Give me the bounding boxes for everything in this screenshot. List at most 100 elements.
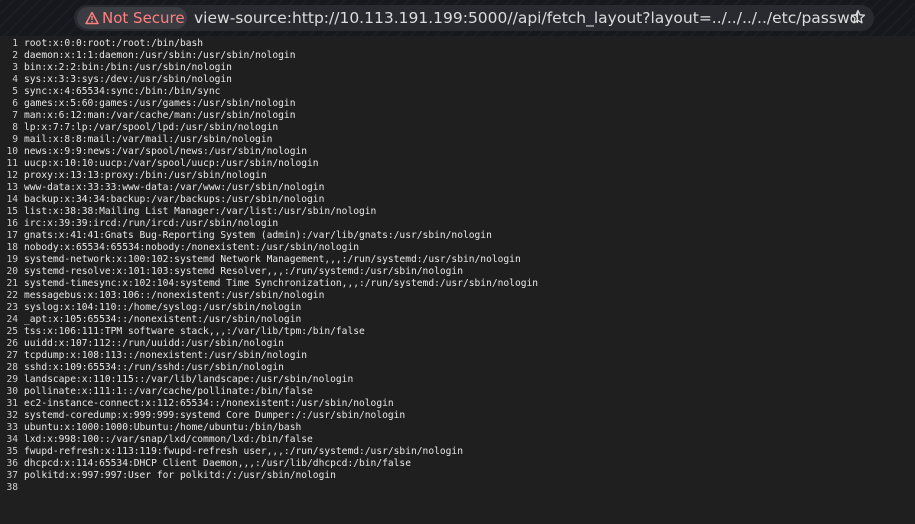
line-content: mail:x:8:8:mail:/var/mail:/usr/sbin/nolo… xyxy=(24,134,273,145)
source-line: 15 list:x:38:38:Mailing List Manager:/var… xyxy=(0,206,915,218)
line-content: dhcpcd:x:114:65534:DHCP Client Daemon,,,… xyxy=(24,458,411,469)
source-line: 19 systemd-network:x:100:102:systemd Netw… xyxy=(0,254,915,266)
browser-toolbar: Not Secure view-source:http://10.113.191… xyxy=(0,0,915,36)
source-line: 36 dhcpcd:x:114:65534:DHCP Client Daemon,… xyxy=(0,458,915,470)
line-number: 29 xyxy=(6,374,18,385)
line-content: polkitd:x:997:997:User for polkitd:/:/us… xyxy=(24,470,336,481)
source-line: 26 uuidd:x:107:112::/run/uuidd:/usr/sbin/… xyxy=(0,338,915,350)
source-line: 38 xyxy=(0,482,915,494)
line-content: systemd-coredump:x:999:999:systemd Core … xyxy=(24,410,406,421)
source-line: 7 man:x:6:12:man:/var/cache/man:/usr/sbin… xyxy=(0,110,915,122)
line-content: tcpdump:x:108:113::/nonexistent:/usr/sbi… xyxy=(24,350,308,361)
line-number: 33 xyxy=(6,422,18,433)
line-content: uuidd:x:107:112::/run/uuidd:/usr/sbin/no… xyxy=(24,338,284,349)
line-content: list:x:38:38:Mailing List Manager:/var/l… xyxy=(24,206,377,217)
line-number: 18 xyxy=(6,242,18,253)
line-content: syslog:x:104:110::/home/syslog:/usr/sbin… xyxy=(24,302,302,313)
line-content: sys:x:3:3:sys:/dev:/usr/sbin/nologin xyxy=(24,74,232,85)
line-content: proxy:x:13:13:proxy:/bin:/usr/sbin/nolog… xyxy=(24,170,267,181)
source-line: 32 systemd-coredump:x:999:999:systemd Cor… xyxy=(0,410,915,422)
line-number: 24 xyxy=(6,314,18,325)
source-line: 6 games:x:5:60:games:/usr/games:/usr/sbin… xyxy=(0,98,915,110)
source-line: 1 root:x:0:0:root:/root:/bin/bash xyxy=(0,38,915,50)
source-line: 35 fwupd-refresh:x:113:119:fwupd-refresh … xyxy=(0,446,915,458)
line-content: games:x:5:60:games:/usr/games:/usr/sbin/… xyxy=(24,98,296,109)
line-content: nobody:x:65534:65534:nobody:/nonexistent… xyxy=(24,242,360,253)
source-line: 18 nobody:x:65534:65534:nobody:/nonexiste… xyxy=(0,242,915,254)
line-number: 37 xyxy=(6,470,18,481)
line-number: 26 xyxy=(6,338,18,349)
source-line: 3 bin:x:2:2:bin:/bin:/usr/sbin/nologin xyxy=(0,62,915,74)
line-content: systemd-network:x:100:102:systemd Networ… xyxy=(24,254,521,265)
line-number: 36 xyxy=(6,458,18,469)
not-secure-label: Not Secure xyxy=(102,9,185,27)
line-number: 28 xyxy=(6,362,18,373)
line-number: 12 xyxy=(6,170,18,181)
source-line: 37 polkitd:x:997:997:User for polkitd:/:/… xyxy=(0,470,915,482)
source-line: 29 landscape:x:110:115::/var/lib/landscap… xyxy=(0,374,915,386)
line-content: ubuntu:x:1000:1000:Ubuntu:/home/ubuntu:/… xyxy=(24,422,302,433)
bookmark-star-icon[interactable] xyxy=(850,9,866,25)
source-line: 12 proxy:x:13:13:proxy:/bin:/usr/sbin/nol… xyxy=(0,170,915,182)
line-content: systemd-timesync:x:102:104:systemd Time … xyxy=(24,278,539,289)
line-content: landscape:x:110:115::/var/lib/landscape:… xyxy=(24,374,354,385)
line-content: irc:x:39:39:ircd:/run/ircd:/usr/sbin/nol… xyxy=(24,218,279,229)
source-code-view: 1 root:x:0:0:root:/root:/bin/bash 2 daemon:… xyxy=(0,38,915,524)
line-content: root:x:0:0:root:/root:/bin/bash xyxy=(24,38,204,49)
line-number: 7 xyxy=(12,110,18,121)
source-line: 22 messagebus:x:103:106::/nonexistent:/us… xyxy=(0,290,915,302)
source-line: 9 mail:x:8:8:mail:/var/mail:/usr/sbin/nol… xyxy=(0,134,915,146)
line-content: lxd:x:998:100::/var/snap/lxd/common/lxd:… xyxy=(24,434,313,445)
url-text[interactable]: view-source:http://10.113.191.199:5000//… xyxy=(194,8,859,28)
line-content: man:x:6:12:man:/var/cache/man:/usr/sbin/… xyxy=(24,110,296,121)
line-number: 9 xyxy=(12,134,18,145)
source-line: 14 backup:x:34:34:backup:/var/backups:/us… xyxy=(0,194,915,206)
line-number: 5 xyxy=(12,86,18,97)
line-number: 34 xyxy=(6,434,18,445)
source-line: 28 sshd:x:109:65534::/run/sshd:/usr/sbin/… xyxy=(0,362,915,374)
source-line: 33 ubuntu:x:1000:1000:Ubuntu:/home/ubuntu… xyxy=(0,422,915,434)
address-bar[interactable]: Not Secure view-source:http://10.113.191… xyxy=(74,5,874,31)
line-content: pollinate:x:111:1::/var/cache/pollinate:… xyxy=(24,386,313,397)
line-number: 31 xyxy=(6,398,18,409)
line-number: 1 xyxy=(12,38,18,49)
source-line: 8 lp:x:7:7:lp:/var/spool/lpd:/usr/sbin/no… xyxy=(0,122,915,134)
source-line: 34 lxd:x:998:100::/var/snap/lxd/common/lx… xyxy=(0,434,915,446)
line-number: 32 xyxy=(6,410,18,421)
line-number: 21 xyxy=(6,278,18,289)
line-content: messagebus:x:103:106::/nonexistent:/usr/… xyxy=(24,290,325,301)
source-line: 25 tss:x:106:111:TPM software stack,,,:/v… xyxy=(0,326,915,338)
line-number: 22 xyxy=(6,290,18,301)
source-line: 24 _apt:x:105:65534::/nonexistent:/usr/sb… xyxy=(0,314,915,326)
source-line: 11 uucp:x:10:10:uucp:/var/spool/uucp:/usr… xyxy=(0,158,915,170)
line-number: 13 xyxy=(6,182,18,193)
line-content: _apt:x:105:65534::/nonexistent:/usr/sbin… xyxy=(24,314,302,325)
line-number: 25 xyxy=(6,326,18,337)
line-number: 27 xyxy=(6,350,18,361)
line-number: 6 xyxy=(12,98,18,109)
line-content: fwupd-refresh:x:113:119:fwupd-refresh us… xyxy=(24,446,463,457)
line-content: systemd-resolve:x:101:103:systemd Resolv… xyxy=(24,266,463,277)
line-number: 11 xyxy=(6,158,18,169)
line-number: 17 xyxy=(6,230,18,241)
security-indicator[interactable]: Not Secure xyxy=(77,7,187,29)
line-number: 3 xyxy=(12,62,18,73)
source-line: 27 tcpdump:x:108:113::/nonexistent:/usr/s… xyxy=(0,350,915,362)
line-number: 8 xyxy=(12,122,18,133)
line-number: 19 xyxy=(6,254,18,265)
line-number: 15 xyxy=(6,206,18,217)
source-line: 4 sys:x:3:3:sys:/dev:/usr/sbin/nologin xyxy=(0,74,915,86)
line-number: 23 xyxy=(6,302,18,313)
line-number: 2 xyxy=(12,50,18,61)
source-line: 17 gnats:x:41:41:Gnats Bug-Reporting Syst… xyxy=(0,230,915,242)
line-number: 20 xyxy=(6,266,18,277)
warning-triangle-icon xyxy=(85,11,99,25)
line-content: uucp:x:10:10:uucp:/var/spool/uucp:/usr/s… xyxy=(24,158,319,169)
source-line: 21 systemd-timesync:x:102:104:systemd Tim… xyxy=(0,278,915,290)
line-content: gnats:x:41:41:Gnats Bug-Reporting System… xyxy=(24,230,492,241)
line-content: tss:x:106:111:TPM software stack,,,:/var… xyxy=(24,326,365,337)
line-number: 10 xyxy=(6,146,18,157)
source-line: 13 www-data:x:33:33:www-data:/var/www:/us… xyxy=(0,182,915,194)
line-content: www-data:x:33:33:www-data:/var/www:/usr/… xyxy=(24,182,325,193)
source-line: 5 sync:x:4:65534:sync:/bin:/bin/sync xyxy=(0,86,915,98)
